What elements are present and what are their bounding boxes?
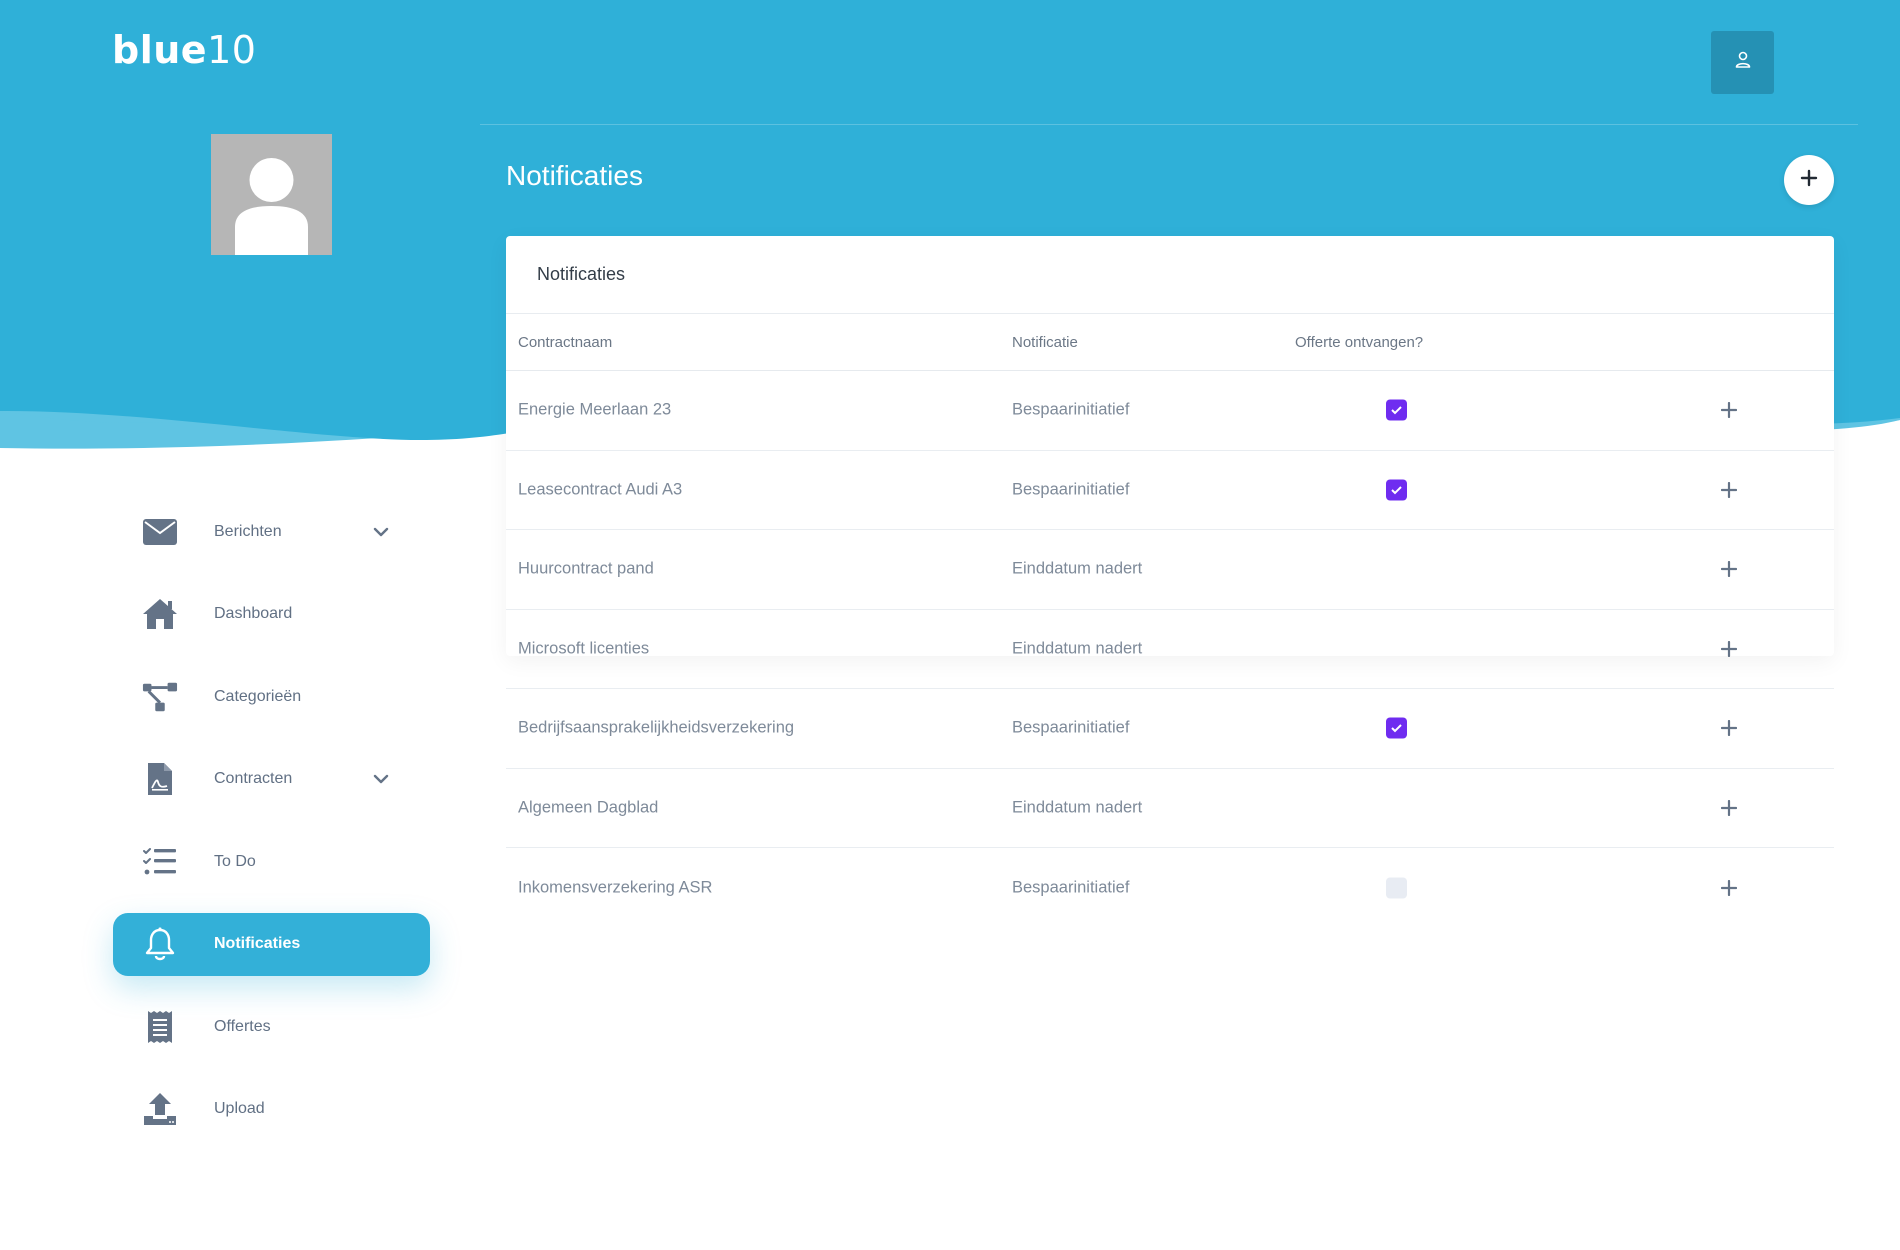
receipt-icon (142, 1009, 178, 1045)
notification-type-cell: Bespaarinitiatief (1012, 718, 1130, 737)
chevron-down-icon[interactable] (371, 522, 391, 542)
notifications-table: Contractnaam Notificatie Offerte ontvang… (506, 314, 1834, 928)
avatar[interactable] (211, 134, 332, 255)
sidebar-item-berichten[interactable]: Berichten (113, 500, 430, 563)
table-row[interactable]: Huurcontract pand Einddatum nadert (506, 530, 1834, 610)
sidebar-item-notificaties[interactable]: Notificaties (113, 912, 430, 976)
sidebar-item-upload[interactable]: Upload (113, 1078, 430, 1141)
sidebar-item-label: To Do (214, 852, 256, 870)
column-header-notificatie[interactable]: Notificatie (1012, 334, 1078, 351)
home-icon (142, 596, 178, 632)
sidebar-item-contracten[interactable]: Contracten (113, 748, 430, 811)
quote-received-checkbox[interactable] (1386, 479, 1407, 501)
upload-icon (142, 1091, 178, 1127)
sidebar-item-dashboard[interactable]: Dashboard (113, 583, 430, 646)
contract-name-cell: Algemeen Dagblad (518, 798, 659, 817)
contract-name-cell: Energie Meerlaan 23 (518, 400, 672, 419)
contract-name-cell: Huurcontract pand (518, 559, 654, 578)
plus-icon (1800, 169, 1818, 192)
user-menu-button[interactable] (1711, 31, 1774, 94)
avatar-placeholder-icon (235, 158, 308, 255)
sidebar-item-label: Upload (214, 1100, 265, 1117)
contract-name-cell: Leasecontract Audi A3 (518, 480, 683, 499)
sidebar-item-label: Contracten (214, 770, 293, 787)
header-divider (480, 124, 1858, 125)
notification-type-cell: Einddatum nadert (1012, 639, 1143, 658)
sidebar-item-label: Berichten (214, 522, 282, 540)
checkmark-icon (1391, 724, 1402, 733)
notification-type-cell: Einddatum nadert (1012, 559, 1143, 578)
add-notification-button[interactable] (1784, 155, 1834, 205)
notification-type-cell: Bespaarinitiatief (1012, 400, 1130, 419)
add-row-plus-icon[interactable] (1718, 797, 1740, 819)
sidebar-item-offertes[interactable]: Offertes (113, 995, 430, 1058)
sidebar-item-label: Notificaties (214, 935, 301, 952)
quote-received-checkbox[interactable] (1386, 717, 1407, 739)
logo-bold-text: blue (112, 28, 208, 72)
table-header: Contractnaam Notificatie Offerte ontvang… (506, 314, 1834, 371)
contract-name-cell: Microsoft licenties (518, 639, 650, 658)
checkmark-icon (1391, 486, 1402, 495)
table-row[interactable]: Energie Meerlaan 23 Bespaarinitiatief (506, 371, 1834, 451)
quote-received-checkbox[interactable] (1386, 399, 1407, 421)
sitemap-icon (142, 679, 178, 715)
logo-light-text: 10 (207, 28, 257, 72)
page-title: Notificaties (506, 160, 643, 191)
add-row-plus-icon[interactable] (1718, 399, 1740, 421)
table-row[interactable]: Leasecontract Audi A3 Bespaarinitiatief (506, 451, 1834, 530)
bell-icon (142, 926, 178, 962)
card-title: Notificaties (537, 264, 626, 284)
add-row-plus-icon[interactable] (1718, 717, 1740, 739)
add-row-plus-icon[interactable] (1718, 638, 1740, 660)
envelope-icon (142, 514, 178, 550)
contract-file-icon (142, 761, 178, 797)
table-row[interactable]: Inkomensverzekering ASR Bespaarinitiatie… (506, 848, 1834, 928)
table-row[interactable]: Algemeen Dagblad Einddatum nadert (506, 769, 1834, 848)
contract-name-cell: Bedrijfsaansprakelijkheidsverzekering (518, 718, 795, 737)
add-row-plus-icon[interactable] (1718, 479, 1740, 501)
sidebar-item-todo[interactable]: To Do (113, 830, 430, 893)
checklist-icon (142, 844, 178, 880)
quote-received-checkbox[interactable] (1386, 877, 1407, 899)
sidebar-nav: Berichten Dashboard Categorieën Contract… (113, 500, 430, 1160)
sidebar-item-label: Dashboard (214, 605, 293, 622)
notification-type-cell: Bespaarinitiatief (1012, 480, 1130, 499)
notification-type-cell: Bespaarinitiatief (1012, 878, 1130, 897)
table-row[interactable]: Bedrijfsaansprakelijkheidsverzekering Be… (506, 689, 1834, 769)
table-row[interactable]: Microsoft licenties Einddatum nadert (506, 610, 1834, 689)
sidebar-item-categorieen[interactable]: Categorieën (113, 665, 430, 728)
sidebar-item-label: Offertes (214, 1017, 271, 1035)
app-logo: blue10 (112, 28, 256, 72)
column-header-contractnaam[interactable]: Contractnaam (518, 334, 612, 351)
add-row-plus-icon[interactable] (1718, 877, 1740, 899)
notification-type-cell: Einddatum nadert (1012, 798, 1143, 817)
sidebar-item-label: Categorieën (214, 687, 302, 705)
user-icon (1733, 50, 1753, 75)
contract-name-cell: Inkomensverzekering ASR (518, 878, 713, 897)
column-header-offerte-ontvangen[interactable]: Offerte ontvangen? (1295, 334, 1423, 351)
chevron-down-icon[interactable] (371, 769, 391, 789)
add-row-plus-icon[interactable] (1718, 558, 1740, 580)
checkmark-icon (1391, 406, 1402, 415)
